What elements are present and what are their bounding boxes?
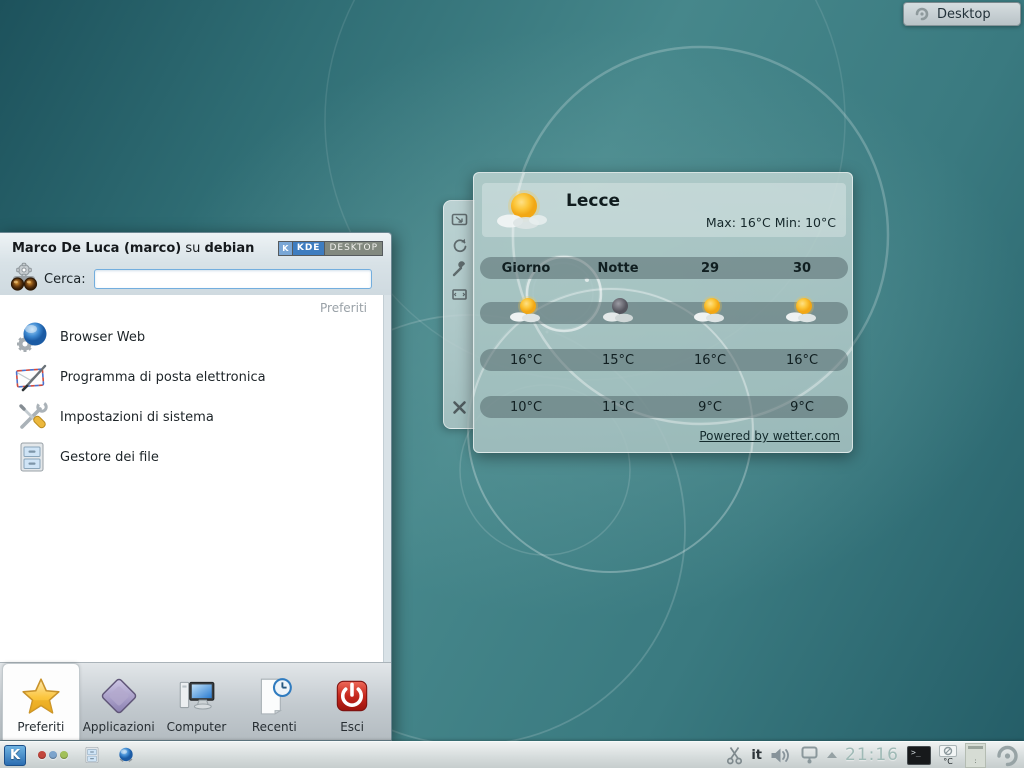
favorite-label: Gestore dei file [60, 450, 159, 465]
weather-high-temps: 16°C 15°C 16°C 16°C [480, 349, 848, 371]
pager-dot-blue[interactable] [49, 751, 57, 759]
network-monitor-icon[interactable] [800, 746, 819, 764]
computer-icon [175, 675, 217, 717]
kickoff-search-row: Cerca: [0, 263, 391, 295]
tab-label: Computer [167, 720, 227, 734]
panel-cashew-icon[interactable] [994, 743, 1020, 768]
tab-preferiti[interactable]: Preferiti [2, 663, 80, 740]
tab-applicazioni[interactable]: Applicazioni [80, 663, 158, 740]
favorite-file-manager[interactable]: Gestore dei file [0, 437, 383, 477]
recent-documents-icon [253, 675, 295, 717]
night-cloud-icon [600, 296, 636, 324]
tab-label: Recenti [252, 720, 297, 734]
favorite-label: Browser Web [60, 330, 145, 345]
tab-label: Applicazioni [83, 720, 155, 734]
weather-widget: Lecce Max: 16°C Min: 10°C Giorno Notte 2… [473, 172, 853, 453]
weather-low-temps: 10°C 11°C 9°C 9°C [480, 396, 848, 418]
favorite-label: Programma di posta elettronica [60, 370, 266, 385]
column-night: Notte [572, 261, 664, 276]
terminal-icon[interactable]: >_ [907, 746, 931, 765]
weather-unit-label: °C [943, 757, 953, 766]
weather-tray-icon[interactable]: °C [939, 745, 957, 766]
weather-column-headers: Giorno Notte 29 30 [480, 257, 848, 279]
user-identity: Marco De Luca (marco) su debian [12, 241, 278, 256]
kickoff-menu: Marco De Luca (marco) su debian K KDE DE… [0, 232, 392, 741]
web-browser-icon [14, 319, 50, 355]
rotate-icon[interactable] [451, 236, 468, 253]
tab-esci[interactable]: Esci [313, 663, 391, 740]
pager-dots [38, 751, 68, 759]
cashew-icon [914, 6, 930, 22]
user-name: Marco De Luca (marco) [12, 241, 181, 256]
badge-desktop-label: DESKTOP [324, 242, 382, 255]
weather-condition-icon [494, 189, 550, 233]
low-temp: 11°C [572, 400, 664, 415]
volume-icon[interactable] [770, 747, 792, 764]
favorite-label: Impostazioni di sistema [60, 410, 214, 425]
low-temp: 10°C [480, 400, 572, 415]
search-input[interactable] [94, 269, 372, 289]
low-temp: 9°C [664, 400, 756, 415]
kickoff-tab-bar: Preferiti Applicazioni Computer [0, 662, 391, 740]
kde-desktop-badge: K KDE DESKTOP [278, 241, 383, 256]
pager-dot-green[interactable] [60, 751, 68, 759]
sun-cloud-icon [784, 296, 820, 324]
sun-cloud-icon [692, 296, 728, 324]
wetter-com-link[interactable]: Powered by wetter.com [699, 429, 840, 443]
applications-icon [98, 675, 140, 717]
star-icon [20, 675, 62, 717]
badge-kde-label: KDE [293, 242, 325, 255]
high-temp: 15°C [572, 353, 664, 368]
desktop-toolbox-label: Desktop [937, 7, 991, 22]
user-su: su [181, 241, 204, 256]
high-temp: 16°C [480, 353, 572, 368]
bottom-panel: K it [0, 741, 1024, 768]
search-label: Cerca: [44, 272, 86, 287]
email-icon [14, 359, 50, 395]
high-temp: 16°C [664, 353, 756, 368]
keyboard-layout-indicator[interactable]: it [751, 748, 762, 763]
pager-dot-red[interactable] [38, 751, 46, 759]
tab-computer[interactable]: Computer [158, 663, 236, 740]
column-date-29: 29 [664, 261, 756, 276]
tab-label: Esci [340, 720, 364, 734]
tab-recenti[interactable]: Recenti [235, 663, 313, 740]
sun-cloud-icon [508, 296, 544, 324]
high-temp: 16°C [756, 353, 848, 368]
search-binoculars-icon [8, 261, 40, 293]
favorite-email[interactable]: Programma di posta elettronica [0, 357, 383, 397]
terminal-prompt: >_ [911, 748, 921, 757]
plasmoid-handle[interactable] [443, 200, 475, 429]
kde-gear-icon: K [279, 242, 293, 255]
weather-city: Lecce [566, 191, 620, 211]
favorites-section-label: Preferiti [0, 295, 383, 317]
system-settings-icon [14, 399, 50, 435]
file-manager-icon [14, 439, 50, 475]
file-manager-launcher-icon[interactable] [82, 745, 102, 765]
kde-menu-button[interactable]: K [4, 745, 26, 766]
close-icon[interactable] [451, 399, 468, 416]
maximize-icon[interactable] [451, 286, 468, 303]
klipper-scissors-icon[interactable] [726, 746, 743, 765]
mini-calendar-widget[interactable]: : [965, 743, 986, 768]
weather-maxmin: Max: 16°C Min: 10°C [706, 215, 836, 230]
resize-icon[interactable] [451, 211, 468, 228]
tab-label: Preferiti [17, 720, 64, 734]
kickoff-header: Marco De Luca (marco) su debian K KDE DE… [0, 233, 391, 263]
configure-wrench-icon[interactable] [451, 261, 468, 278]
column-date-30: 30 [756, 261, 848, 276]
favorite-system-settings[interactable]: Impostazioni di sistema [0, 397, 383, 437]
power-logout-icon [331, 675, 373, 717]
web-browser-launcher-icon[interactable] [116, 745, 136, 765]
host-name: debian [205, 241, 255, 256]
low-temp: 9°C [756, 400, 848, 415]
column-day: Giorno [480, 261, 572, 276]
kickoff-content: Preferiti Browser Web [0, 295, 384, 662]
favorite-browser-web[interactable]: Browser Web [0, 317, 383, 357]
weather-header: Lecce Max: 16°C Min: 10°C [482, 183, 846, 237]
systray-expander-icon[interactable] [827, 752, 837, 758]
desktop-toolbox[interactable]: Desktop [903, 2, 1021, 26]
digital-clock[interactable]: 21:16 [845, 745, 899, 765]
